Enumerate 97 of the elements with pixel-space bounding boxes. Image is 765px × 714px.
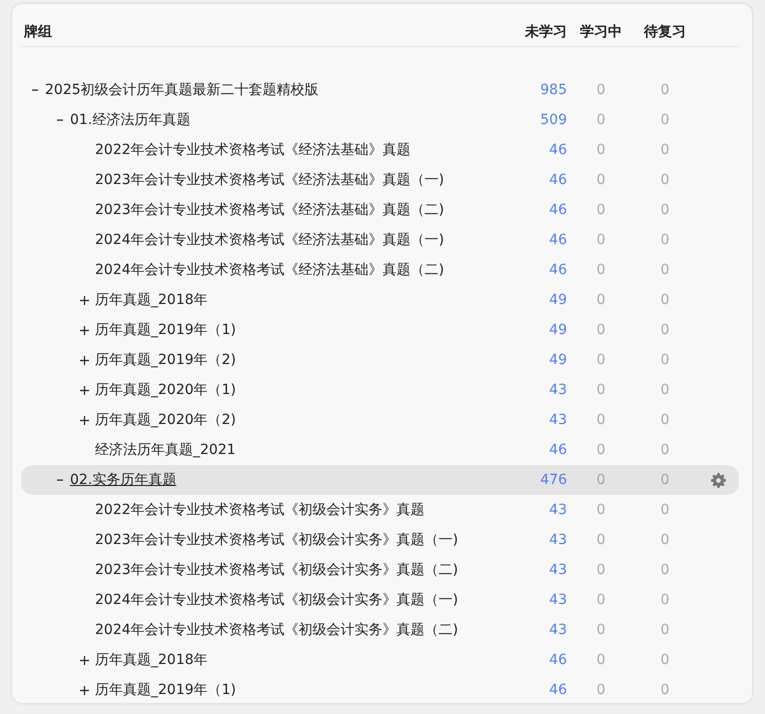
deck-link[interactable]: 02.实务历年真题 (70, 471, 176, 489)
due-count: 0 (660, 172, 670, 188)
new-count: 43 (548, 532, 567, 548)
learning-count: 0 (596, 682, 606, 698)
new-count: 43 (548, 382, 567, 398)
due-count: 0 (660, 262, 670, 278)
column-header: 未学习 (524, 23, 567, 41)
expand-icon[interactable] (80, 326, 89, 334)
expand-icon[interactable] (80, 416, 89, 424)
learning-count: 0 (596, 202, 606, 218)
due-count: 0 (660, 112, 670, 128)
new-count: 43 (548, 502, 567, 518)
deck-link[interactable]: 经济法历年真题_2021 (95, 441, 236, 459)
due-count: 0 (660, 682, 670, 698)
new-count: 46 (548, 262, 567, 278)
due-count: 0 (660, 292, 670, 308)
learning-count: 0 (596, 352, 606, 368)
due-count: 0 (660, 502, 670, 518)
expand-icon[interactable] (80, 686, 89, 694)
deck-link[interactable]: 2022年会计专业技术资格考试《经济法基础》真题 (95, 141, 411, 159)
deck-link[interactable]: 2022年会计专业技术资格考试《初级会计实务》真题 (95, 501, 425, 519)
new-count: 476 (539, 472, 567, 488)
new-count: 46 (548, 202, 567, 218)
learning-count: 0 (596, 412, 606, 428)
learning-count: 0 (596, 382, 606, 398)
learning-count: 0 (596, 322, 606, 338)
learning-count: 0 (596, 82, 606, 98)
deck-link[interactable]: 历年真题_2019年（1) (95, 321, 236, 339)
learning-count: 0 (596, 262, 606, 278)
due-count: 0 (660, 382, 670, 398)
new-count: 46 (548, 652, 567, 668)
due-count: 0 (660, 622, 670, 638)
deck-link[interactable]: 2023年会计专业技术资格考试《初级会计实务》真题（一) (95, 531, 458, 549)
deck-link[interactable]: 历年真题_2020年（1) (95, 381, 236, 399)
expand-icon[interactable] (80, 656, 89, 664)
column-header: 学习中 (579, 23, 623, 41)
due-count: 0 (660, 232, 670, 248)
learning-count: 0 (596, 442, 606, 458)
deck-link[interactable]: 2024年会计专业技术资格考试《经济法基础》真题（一) (95, 231, 444, 249)
learning-count: 0 (596, 172, 606, 188)
due-count: 0 (660, 322, 670, 338)
due-count: 0 (660, 442, 670, 458)
deck-link[interactable]: 01.经济法历年真题 (70, 111, 190, 129)
selected-deck-row[interactable]: 02.实务历年真题 476 0 0 (21, 465, 739, 495)
new-count: 509 (539, 112, 567, 128)
deck-link[interactable]: 历年真题_2019年（2) (95, 351, 236, 369)
learning-count: 0 (596, 562, 606, 578)
learning-count: 0 (596, 592, 606, 608)
column-header: 待复习 (642, 23, 687, 41)
learning-count: 0 (596, 622, 606, 638)
new-count: 46 (548, 682, 567, 698)
due-count: 0 (660, 472, 670, 488)
new-count: 46 (548, 172, 567, 188)
new-count: 43 (548, 562, 567, 578)
deck-link[interactable]: 2025初级会计历年真题最新二十套题精校版 (45, 81, 319, 99)
new-count: 49 (548, 292, 567, 308)
new-count: 43 (548, 622, 567, 638)
settings-icon[interactable] (710, 472, 726, 488)
due-count: 0 (660, 202, 670, 218)
deck-link[interactable]: 2023年会计专业技术资格考试《初级会计实务》真题（二) (95, 561, 458, 579)
learning-count: 0 (596, 472, 606, 488)
learning-count: 0 (596, 502, 606, 518)
new-count: 46 (548, 142, 567, 158)
learning-count: 0 (596, 112, 606, 128)
due-count: 0 (660, 142, 670, 158)
deck-link[interactable]: 2023年会计专业技术资格考试《经济法基础》真题（一) (95, 171, 444, 189)
new-count: 49 (548, 352, 567, 368)
learning-count: 0 (596, 292, 606, 308)
due-count: 0 (660, 352, 670, 368)
deck-link[interactable]: 2023年会计专业技术资格考试《经济法基础》真题（二) (95, 201, 444, 219)
expand-icon[interactable] (80, 296, 89, 304)
new-count: 46 (548, 232, 567, 248)
deck-link[interactable]: 2024年会计专业技术资格考试《初级会计实务》真题（二) (95, 621, 458, 639)
deck-link[interactable]: 历年真题_2018年 (95, 291, 208, 309)
due-count: 0 (660, 652, 670, 668)
expand-icon[interactable] (80, 356, 89, 364)
learning-count: 0 (596, 232, 606, 248)
learning-count: 0 (596, 142, 606, 158)
deck-link[interactable]: 2024年会计专业技术资格考试《初级会计实务》真题（一) (95, 591, 458, 609)
deck-link[interactable]: 历年真题_2018年 (95, 651, 208, 669)
due-count: 0 (660, 532, 670, 548)
due-count: 0 (660, 412, 670, 428)
deck-link[interactable]: 2024年会计专业技术资格考试《经济法基础》真题（二) (95, 261, 444, 279)
new-count: 43 (548, 592, 567, 608)
due-count: 0 (660, 592, 670, 608)
due-count: 0 (660, 562, 670, 578)
due-count: 0 (660, 82, 670, 98)
deck-link[interactable]: 历年真题_2020年（2) (95, 411, 236, 429)
deck-link[interactable]: 历年真题_2019年（1) (95, 681, 236, 699)
new-count: 985 (539, 82, 567, 98)
new-count: 49 (548, 322, 567, 338)
learning-count: 0 (596, 652, 606, 668)
column-header: 牌组 (22, 23, 53, 41)
new-count: 46 (548, 442, 567, 458)
expand-icon[interactable] (80, 386, 89, 394)
new-count: 43 (548, 412, 567, 428)
learning-count: 0 (596, 532, 606, 548)
